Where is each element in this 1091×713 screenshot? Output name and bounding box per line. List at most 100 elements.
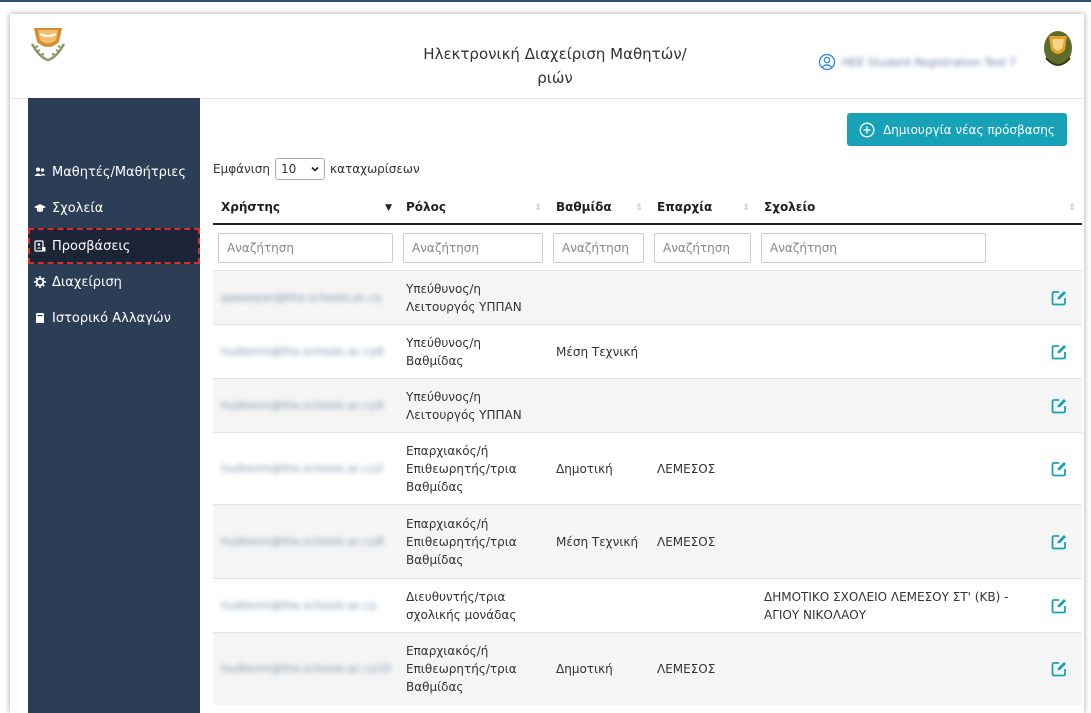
- sort-icon: ⇕: [635, 203, 643, 213]
- cell-actions: [1036, 432, 1082, 505]
- sidebar-item-label: Προσβάσεις: [52, 238, 131, 254]
- sidebar-item-management[interactable]: Διαχείριση: [34, 268, 194, 296]
- search-district-input[interactable]: [654, 232, 751, 263]
- graduation-cap-icon: [34, 204, 46, 212]
- cell-school: [756, 378, 1036, 433]
- sidebar-item-label: Σχολεία: [52, 200, 104, 216]
- cell-line: Επιθεωρητής/τρια: [406, 661, 517, 676]
- cell-line: Επαρχιακός/ή: [406, 643, 489, 658]
- cell-role: Επαρχιακός/ή Επιθεωρητής/τρια Βαθμίδας: [398, 504, 548, 579]
- sort-icon: ⇕: [742, 203, 750, 213]
- create-access-button[interactable]: Δημιουργία νέας πρόσβασης: [847, 113, 1067, 146]
- cell-actions: [1036, 504, 1082, 579]
- cell-line: Λειτουργός ΥΠΠΑΝ: [406, 407, 522, 422]
- edit-icon[interactable]: [1050, 597, 1068, 615]
- cell-role: Υπεύθυνος/η Βαθμίδας: [398, 324, 548, 379]
- user-circle-icon: [818, 53, 836, 71]
- edit-icon[interactable]: [1050, 660, 1068, 678]
- cell-level: Δημοτική: [548, 432, 649, 505]
- table-row: hudtenm@the.schools.ac.cy9 Υπεύθυνος/η Λει…: [213, 378, 1082, 433]
- search-school-input[interactable]: [761, 232, 986, 263]
- cell-role: Υπεύθυνος/η Λειτουργός ΥΠΠΑΝ: [398, 378, 548, 433]
- sidebar: Μαθητές/Μαθήτριες Σχολεία Προσβάσεις Δια…: [28, 98, 200, 713]
- edit-icon[interactable]: [1050, 460, 1068, 478]
- table-row: gaaaepan@tha.schools.ac.cy Υπεύθυνος/η Λει…: [213, 270, 1082, 325]
- column-header-user[interactable]: Χρήστης ▼: [213, 191, 398, 225]
- cell-level: Δημοτική: [548, 632, 649, 705]
- entries-per-page-select[interactable]: 10: [275, 158, 326, 180]
- cell-district: [649, 324, 756, 379]
- cell-line: Υπεύθυνος/η: [406, 281, 482, 296]
- column-header-school[interactable]: Σχολείο: [756, 191, 1036, 225]
- cell-line: Βαθμίδας: [406, 353, 464, 368]
- user-email: hudtenm@the.schools.ac.cy10: [221, 661, 390, 675]
- app-window: Ηλεκτρονική Διαχείριση Μαθητών/ ριών HEE…: [10, 14, 1084, 713]
- cell-school: [756, 270, 1036, 325]
- cell-actions: [1036, 632, 1082, 705]
- column-header-label: Χρήστης: [221, 200, 281, 214]
- book-icon: [36, 313, 44, 323]
- user-menu[interactable]: HEE Student Registration Test T: [818, 52, 1016, 72]
- access-table: Χρήστης ▼ Ρόλος ⇕ Βαθμίδα ⇕ Επαρχία ⇕ Σχολεί…: [213, 191, 1082, 705]
- header: Ηλεκτρονική Διαχείριση Μαθητών/ ριών HEE…: [10, 14, 1084, 99]
- cell-level: Μέση Τεχνική: [548, 324, 649, 379]
- cell-level: [548, 378, 649, 433]
- cell-line: ΑΓΙΟΥ ΝΙΚΟΛΑΟΥ: [764, 607, 867, 622]
- gear-icon: [34, 276, 46, 288]
- cell-line: Υπεύθυνος/η: [406, 389, 482, 404]
- cell-line: Επαρχιακός/ή: [406, 443, 489, 458]
- page-title: Ηλεκτρονική Διαχείριση Μαθητών/ ριών: [390, 42, 720, 90]
- search-user-input[interactable]: [218, 232, 393, 263]
- cell-user: hudtenm@the.schools.ac.cy8: [213, 504, 398, 579]
- table-body: gaaaepan@tha.schools.ac.cy Υπεύθυνος/η Λει…: [213, 270, 1082, 705]
- sort-desc-icon: ▼: [385, 203, 392, 213]
- sidebar-item-change-history[interactable]: Ιστορικό Αλλαγών: [34, 304, 194, 332]
- search-role-input[interactable]: [403, 232, 543, 263]
- cell-district: ΛΕΜΕΣΟΣ: [649, 632, 756, 705]
- cell-line: Διευθυντής/τρια: [406, 589, 506, 604]
- create-access-button-label: Δημιουργία νέας πρόσβασης: [883, 122, 1055, 137]
- cell-line: Βαθμίδας: [406, 552, 464, 567]
- page-title-line-2: ριών: [537, 69, 573, 87]
- column-search-row: [213, 224, 1082, 271]
- column-header-level[interactable]: Βαθμίδα ⇕: [548, 191, 649, 225]
- cell-line: Υπεύθυνος/η: [406, 335, 482, 350]
- cell-line: Επαρχιακός/ή: [406, 516, 489, 531]
- length-suffix: καταχωρίσεων: [330, 162, 420, 176]
- top-accent-bar: [0, 0, 1091, 2]
- cell-school: [756, 432, 1036, 505]
- page-title-line-1: Ηλεκτρονική Διαχείριση Μαθητών/: [423, 45, 687, 63]
- length-prefix: Εμφάνιση: [213, 162, 271, 176]
- column-header-role[interactable]: Ρόλος ⇕: [398, 191, 548, 225]
- cell-district: [649, 578, 756, 633]
- column-header-actions[interactable]: ⇕: [1036, 191, 1082, 225]
- edit-icon[interactable]: [1050, 343, 1068, 361]
- entries-length-control: Εμφάνιση 10 καταχωρίσεων: [213, 158, 420, 180]
- cell-line: Λειτουργός ΥΠΠΑΝ: [406, 299, 522, 314]
- cyprus-emblem-logo: [30, 28, 66, 62]
- cell-school: ΔΗΜΟΤΙΚΟ ΣΧΟΛΕΙΟ ΛΕΜΕΣΟΥ ΣΤ' (ΚΒ) - ΑΓΙΟΥ…: [756, 578, 1036, 633]
- sidebar-item-access[interactable]: Προσβάσεις: [28, 228, 200, 264]
- column-header-district[interactable]: Επαρχία ⇕: [649, 191, 756, 225]
- cell-actions: [1036, 324, 1082, 379]
- search-level-input[interactable]: [553, 232, 644, 263]
- cell-line: Βαθμίδας: [406, 479, 464, 494]
- cell-user: hudtenm@the.schools.ac.cy8: [213, 324, 398, 379]
- sidebar-item-schools[interactable]: Σχολεία: [34, 194, 194, 222]
- cell-user: gaaaepan@tha.schools.ac.cy: [213, 270, 398, 325]
- cell-role: Επαρχιακός/ή Επιθεωρητής/τρια Βαθμίδας: [398, 432, 548, 505]
- sidebar-item-students[interactable]: Μαθητές/Μαθήτριες: [34, 158, 194, 186]
- user-email: hudtenm@the.schools.ac.cy8: [221, 534, 384, 548]
- cell-level: [548, 578, 649, 633]
- edit-icon[interactable]: [1050, 533, 1068, 551]
- sort-icon: ⇕: [1068, 203, 1076, 213]
- cell-school: [756, 504, 1036, 579]
- cell-role: Υπεύθυνος/η Λειτουργός ΥΠΠΑΝ: [398, 270, 548, 325]
- edit-icon[interactable]: [1050, 397, 1068, 415]
- ministry-crest-logo: [1044, 31, 1072, 66]
- cell-district: [649, 378, 756, 433]
- edit-icon[interactable]: [1050, 289, 1068, 307]
- cell-line: σχολικής μονάδας: [406, 607, 517, 622]
- main-content: Δημιουργία νέας πρόσβασης Εμφάνιση 10 κα…: [200, 98, 1084, 713]
- cell-user: hudtenm@the.schools.ac.cy9: [213, 378, 398, 433]
